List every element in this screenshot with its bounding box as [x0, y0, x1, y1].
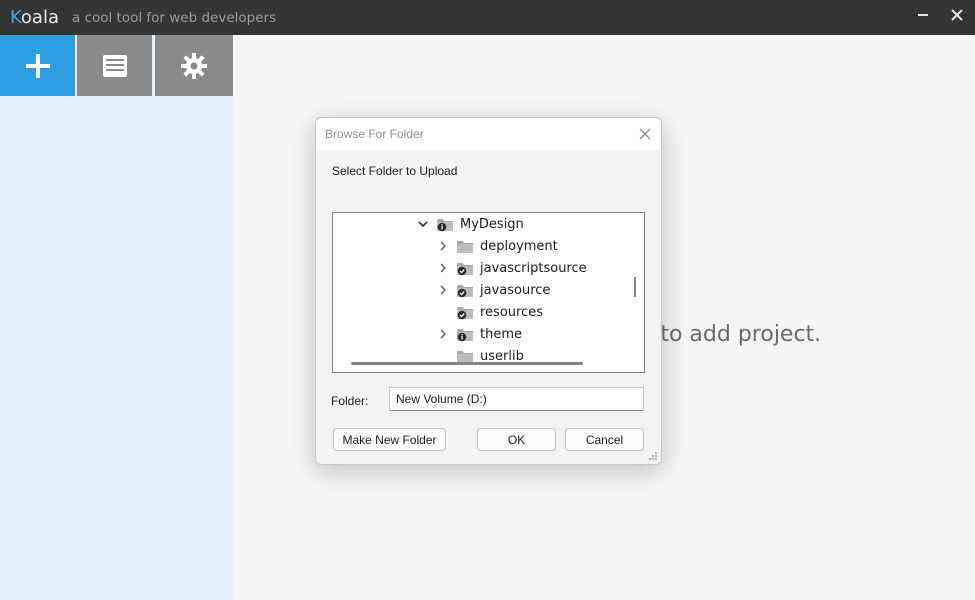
tree-item[interactable]: javascriptsource [436, 258, 587, 278]
minimize-button[interactable] [906, 0, 942, 32]
chevron-right-icon[interactable] [436, 283, 450, 297]
folder-icon [456, 349, 474, 363]
minimize-icon [918, 14, 928, 16]
chevron-down-icon[interactable] [416, 217, 430, 231]
close-window-button[interactable] [940, 0, 975, 32]
tree-vertical-scrollbar[interactable] [634, 277, 636, 297]
tree-horizontal-scrollbar[interactable] [351, 362, 583, 365]
dialog-title-bar: Browse For Folder [316, 118, 661, 150]
app-tagline: a cool tool for web developers [72, 10, 277, 26]
tree-item[interactable]: deployment [436, 236, 558, 256]
tree-item[interactable]: javasource [436, 280, 550, 300]
cancel-button[interactable]: Cancel [565, 428, 644, 451]
resize-grip-icon[interactable] [648, 451, 658, 461]
folder-icon [436, 217, 454, 232]
chevron-right-icon[interactable] [436, 239, 450, 253]
sidebar [0, 35, 233, 600]
log-icon [102, 54, 127, 77]
tree-item-label: resources [480, 304, 544, 320]
close-icon [951, 9, 963, 21]
tree-item[interactable]: resources [436, 302, 543, 322]
folder-icon [456, 305, 474, 320]
tree-item-label: theme [480, 326, 522, 342]
title-bar: Koala a cool tool for web developers [0, 0, 975, 35]
log-button[interactable] [77, 35, 152, 96]
app-logo-rest: oala [20, 7, 59, 28]
app-logo-initial: K [10, 7, 21, 28]
settings-button[interactable] [155, 35, 233, 96]
ok-button[interactable]: OK [477, 428, 556, 451]
folder-label: Folder: [331, 394, 369, 408]
browse-folder-dialog: Browse For Folder Select Folder to Uploa… [315, 117, 662, 465]
folder-icon [456, 283, 474, 298]
folder-tree[interactable]: MyDesign deployment javascriptsource javaso… [332, 212, 645, 373]
tree-item[interactable]: theme [436, 324, 522, 344]
make-new-folder-button[interactable]: Make New Folder [333, 428, 446, 451]
dialog-prompt: Select Folder to Upload [332, 164, 458, 178]
app-logo: Koala [10, 7, 59, 28]
folder-icon [456, 327, 474, 342]
add-project-button[interactable] [0, 35, 75, 96]
dialog-close-button[interactable] [636, 125, 654, 143]
folder-field[interactable] [389, 387, 644, 411]
plus-icon [25, 53, 50, 78]
tree-item-label: MyDesign [460, 216, 524, 232]
gear-icon [181, 52, 207, 79]
tree-item[interactable]: MyDesign [416, 214, 524, 234]
dialog-title: Browse For Folder [325, 127, 424, 141]
close-icon [639, 128, 651, 140]
sidebar-toolbar [0, 35, 233, 96]
tree-item-label: javascriptsource [480, 260, 587, 276]
chevron-right-icon[interactable] [436, 327, 450, 341]
folder-icon [456, 239, 474, 253]
folder-icon [456, 261, 474, 276]
chevron-right-icon[interactable] [436, 261, 450, 275]
tree-item-label: javasource [480, 282, 551, 298]
tree-item-label: deployment [480, 238, 558, 254]
